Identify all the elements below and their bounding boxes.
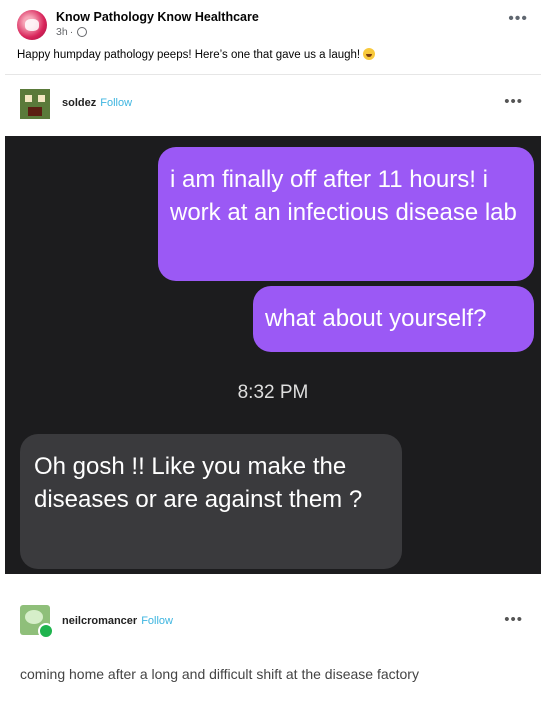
more-options-icon[interactable]: ••• <box>508 10 528 28</box>
post-header: Know Pathology Know Healthcare 3h · ••• <box>0 0 546 44</box>
post-meta: 3h · <box>56 26 88 38</box>
more-options-icon[interactable]: ••• <box>504 93 523 110</box>
online-badge-icon <box>38 623 54 639</box>
follow-link[interactable]: Follow <box>100 97 132 109</box>
more-options-icon[interactable]: ••• <box>504 611 523 628</box>
username-neilcromancer[interactable]: neilcromancer Follow <box>62 615 173 627</box>
reply-text: coming home after a long and difficult s… <box>20 666 419 682</box>
chat-screenshot: i am finally off after 11 hours! i work … <box>5 136 541 574</box>
message-timestamp: 8:32 PM <box>237 382 309 403</box>
soldez-avatar[interactable] <box>20 89 50 119</box>
dot-separator: · <box>69 26 74 38</box>
caption-text: Happy humpday pathology peeps! Here’s on… <box>17 49 361 61</box>
outgoing-message: what about yourself? <box>253 286 534 352</box>
laughing-emoji-icon <box>363 48 376 60</box>
username-soldez[interactable]: soldez Follow <box>62 97 132 109</box>
page-avatar[interactable] <box>17 10 47 40</box>
post-time[interactable]: 3h <box>56 26 68 38</box>
outgoing-message: i am finally off after 11 hours! i work … <box>158 147 534 281</box>
incoming-message: Oh gosh !! Like you make the diseases or… <box>20 434 402 569</box>
tumblr-screenshot: soldez Follow ••• i am finally off after … <box>5 74 541 710</box>
follow-link[interactable]: Follow <box>141 615 173 627</box>
globe-icon <box>77 27 88 37</box>
page-name[interactable]: Know Pathology Know Healthcare <box>56 10 259 24</box>
neilcromancer-avatar[interactable] <box>20 605 54 639</box>
post-caption: Happy humpday pathology peeps! Here’s on… <box>17 48 376 61</box>
